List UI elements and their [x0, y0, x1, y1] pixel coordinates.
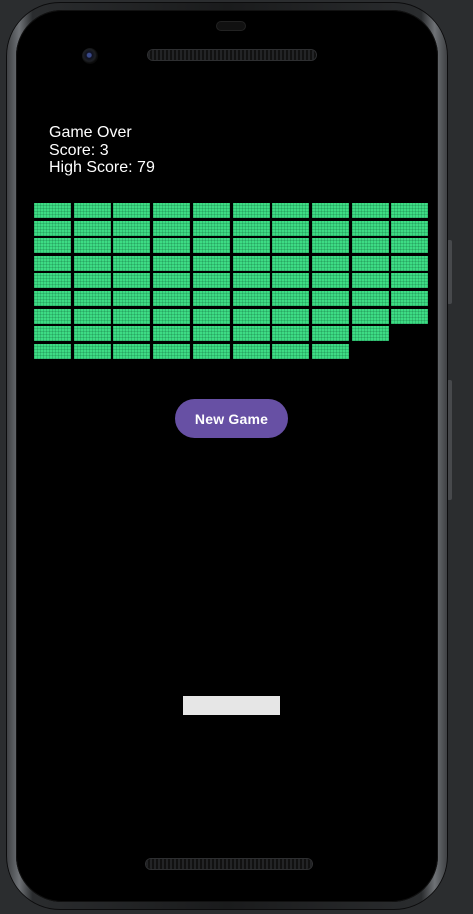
brick	[34, 291, 71, 306]
brick	[34, 326, 71, 341]
brick	[153, 291, 190, 306]
brick	[74, 238, 111, 253]
new-game-button[interactable]: New Game	[175, 399, 288, 438]
brick	[34, 309, 71, 324]
brick	[153, 221, 190, 236]
brick	[272, 344, 309, 359]
brick	[312, 326, 349, 341]
brick	[233, 203, 270, 218]
brick	[352, 326, 389, 341]
brick	[193, 326, 230, 341]
brick	[113, 291, 150, 306]
brick	[391, 291, 428, 306]
brick	[34, 256, 71, 271]
brick	[272, 238, 309, 253]
paddle[interactable]	[183, 696, 280, 715]
brick	[391, 238, 428, 253]
brick	[113, 221, 150, 236]
brick	[113, 309, 150, 324]
brick	[312, 238, 349, 253]
brick	[153, 203, 190, 218]
brick	[312, 256, 349, 271]
brick	[233, 344, 270, 359]
brick	[74, 326, 111, 341]
brick	[113, 344, 150, 359]
brick	[34, 238, 71, 253]
brick	[153, 344, 190, 359]
brick	[312, 344, 349, 359]
brick	[193, 291, 230, 306]
brick	[193, 309, 230, 324]
brick	[153, 309, 190, 324]
brick	[352, 291, 389, 306]
brick	[193, 344, 230, 359]
brick	[272, 291, 309, 306]
brick	[113, 238, 150, 253]
brick	[113, 256, 150, 271]
brick	[74, 273, 111, 288]
brick	[391, 221, 428, 236]
brick	[34, 203, 71, 218]
brick	[352, 203, 389, 218]
brick-wall	[0, 0, 473, 914]
brick	[233, 291, 270, 306]
brick	[74, 221, 111, 236]
brick	[312, 309, 349, 324]
brick	[74, 203, 111, 218]
brick	[312, 203, 349, 218]
brick	[74, 256, 111, 271]
brick	[312, 221, 349, 236]
brick	[193, 203, 230, 218]
brick	[74, 344, 111, 359]
brick	[113, 203, 150, 218]
brick	[272, 326, 309, 341]
brick	[272, 273, 309, 288]
brick	[233, 238, 270, 253]
brick	[233, 273, 270, 288]
brick	[193, 238, 230, 253]
brick	[153, 326, 190, 341]
brick	[233, 326, 270, 341]
brick	[352, 273, 389, 288]
brick	[312, 291, 349, 306]
brick	[113, 273, 150, 288]
brick	[391, 256, 428, 271]
brick	[312, 273, 349, 288]
brick	[193, 221, 230, 236]
brick	[352, 221, 389, 236]
brick	[193, 273, 230, 288]
brick	[34, 344, 71, 359]
brick	[391, 273, 428, 288]
brick	[233, 309, 270, 324]
brick	[153, 238, 190, 253]
brick	[352, 309, 389, 324]
brick	[352, 256, 389, 271]
brick	[272, 221, 309, 236]
brick	[233, 256, 270, 271]
brick	[391, 203, 428, 218]
emulator-frame: Game Over Score: 3 High Score: 79 New Ga…	[0, 0, 473, 914]
brick	[34, 273, 71, 288]
brick	[74, 309, 111, 324]
brick	[272, 203, 309, 218]
brick	[391, 309, 428, 324]
brick	[272, 256, 309, 271]
brick	[74, 291, 111, 306]
brick	[34, 221, 71, 236]
brick	[233, 221, 270, 236]
brick	[113, 326, 150, 341]
brick	[272, 309, 309, 324]
brick	[153, 273, 190, 288]
brick	[352, 238, 389, 253]
brick	[153, 256, 190, 271]
game-screen: Game Over Score: 3 High Score: 79 New Ga…	[0, 0, 473, 914]
brick	[193, 256, 230, 271]
